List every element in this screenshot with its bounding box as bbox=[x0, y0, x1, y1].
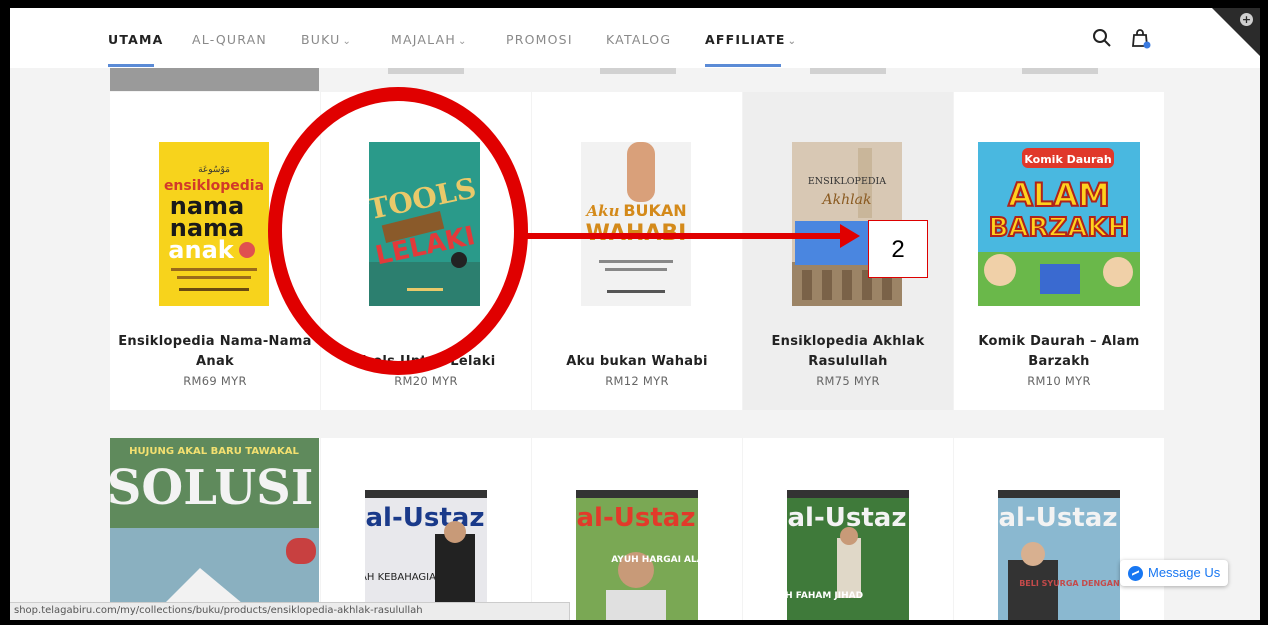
magazine-image[interactable]: al-Ustaz SALAH FAHAM JIHAD bbox=[787, 490, 909, 620]
cover-text: ALAM bbox=[1008, 176, 1110, 214]
cover-text: SOLUSI bbox=[110, 460, 313, 516]
cover-text: anak bbox=[168, 236, 234, 264]
product-image[interactable]: مَوْسُوعَة ensiklopedia nama nama anak bbox=[159, 142, 269, 306]
nav-buku[interactable]: BUKU ⌄ bbox=[301, 32, 352, 47]
cover-text: al-Ustaz bbox=[366, 503, 485, 533]
product-card[interactable]: TOOLS LELAKI Tools Untuk Lelaki RM20 MYR bbox=[321, 92, 531, 410]
nav-katalog[interactable]: KATALOG bbox=[606, 32, 671, 47]
nav-affiliate[interactable]: AFFILIATE ⌄ bbox=[705, 32, 797, 47]
magazine-card[interactable]: al-Ustaz SALAH FAHAM JIHAD bbox=[743, 438, 953, 620]
product-price: RM10 MYR bbox=[1027, 374, 1091, 388]
cover-text: al-Ustaz bbox=[577, 503, 696, 533]
previous-row-price bbox=[1022, 68, 1098, 74]
magazine-image[interactable]: al-Ustaz FIQAH KEBAHAGIAAN bbox=[365, 490, 487, 620]
nav-utama[interactable]: UTAMA bbox=[108, 32, 164, 47]
magazine-card[interactable]: al-Ustaz FIQAH KEBAHAGIAAN bbox=[321, 438, 531, 620]
product-image[interactable]: Komik Daurah ALAM BARZAKH bbox=[978, 142, 1140, 306]
shopping-bag-icon[interactable] bbox=[1128, 26, 1152, 50]
product-price: RM12 MYR bbox=[605, 374, 669, 388]
message-us-button[interactable]: Message Us bbox=[1120, 560, 1229, 586]
nav-majalah[interactable]: MAJALAH ⌄ bbox=[391, 32, 468, 47]
active-underline bbox=[108, 64, 154, 67]
product-image[interactable]: Aku BUKAN WAHABI bbox=[581, 142, 691, 306]
corner-ribbon bbox=[1212, 8, 1260, 56]
message-us-label: Message Us bbox=[1148, 565, 1221, 580]
previous-row-price bbox=[388, 68, 464, 74]
cover-text: BARZAKH bbox=[989, 213, 1130, 243]
cover-text: Aku bbox=[585, 202, 620, 220]
quick-view-button[interactable] bbox=[795, 221, 875, 265]
product-card[interactable]: Aku BUKAN WAHABI Aku bukan Wahabi RM12 M… bbox=[532, 92, 742, 410]
svg-text:مَوْسُوعَة: مَوْسُوعَة bbox=[198, 165, 230, 175]
cover-text: SALAH FAHAM JIHAD bbox=[787, 591, 863, 601]
cover-text: AYUH HARGAI ALAM! bbox=[611, 555, 698, 565]
site-header: UTAMA AL-QURAN BUKU ⌄ MAJALAH ⌄ PROMOSI KA… bbox=[10, 8, 1260, 68]
cover-text: Akhlak bbox=[821, 192, 872, 208]
nav-al-quran[interactable]: AL-QURAN bbox=[192, 32, 267, 47]
product-title[interactable]: Komik Daurah – Alam Barzakh bbox=[954, 332, 1164, 372]
product-price: RM69 MYR bbox=[183, 374, 247, 388]
previous-row-image[interactable] bbox=[110, 68, 319, 91]
product-card[interactable]: Komik Daurah ALAM BARZAKH Komik Daurah –… bbox=[954, 92, 1164, 410]
previous-row-price bbox=[810, 68, 886, 74]
magazine-image[interactable]: al-Ustaz AYUH HARGAI ALAM! bbox=[576, 490, 698, 620]
store-page: مَوْسُوعَة ensiklopedia nama nama anak E… bbox=[10, 8, 1260, 620]
magazine-card[interactable]: HUJUNG AKAL BARU TAWAKAL SOLUSI bbox=[110, 438, 320, 620]
cover-text: BUKAN bbox=[623, 201, 686, 220]
product-price: RM75 MYR bbox=[816, 374, 880, 388]
product-title[interactable]: Ensiklopedia Akhlak Rasulullah bbox=[743, 332, 953, 372]
search-icon[interactable] bbox=[1090, 26, 1114, 50]
cover-text: al-Ustaz bbox=[999, 503, 1118, 533]
cover-text: Komik Daurah bbox=[1024, 153, 1111, 166]
previous-row-price bbox=[600, 68, 676, 74]
product-title[interactable]: Aku bukan Wahabi bbox=[532, 352, 742, 372]
product-title[interactable]: Tools Untuk Lelaki bbox=[321, 352, 531, 372]
cover-text: WAHABI bbox=[586, 221, 687, 246]
nav-promosi[interactable]: PROMOSI bbox=[506, 32, 573, 47]
magazine-card[interactable]: al-Ustaz BELI SYURGA DENGAN HARTA? bbox=[954, 438, 1164, 620]
cover-text: HUJUNG AKAL BARU TAWAKAL bbox=[129, 446, 299, 457]
magazine-image[interactable]: HUJUNG AKAL BARU TAWAKAL SOLUSI bbox=[110, 438, 319, 620]
annotation-step-number: 2 bbox=[868, 220, 928, 278]
product-card[interactable]: مَوْسُوعَة ensiklopedia nama nama anak E… bbox=[110, 92, 320, 410]
messenger-icon bbox=[1128, 565, 1143, 581]
cover-text: BELI SYURGA DENGAN HARTA? bbox=[1019, 579, 1120, 588]
cover-text: ENSIKLOPEDIA bbox=[808, 176, 886, 187]
magazine-card[interactable]: al-Ustaz AYUH HARGAI ALAM! bbox=[532, 438, 742, 620]
product-title[interactable]: Ensiklopedia Nama-Nama Anak bbox=[110, 332, 320, 372]
status-bar-url: shop.telagabiru.com/my/collections/buku/… bbox=[10, 602, 570, 620]
plus-icon[interactable]: + bbox=[1240, 13, 1253, 26]
product-price: RM20 MYR bbox=[394, 374, 458, 388]
chevron-down-icon: ⌄ bbox=[457, 36, 468, 47]
chevron-down-icon: ⌄ bbox=[787, 36, 798, 47]
product-image[interactable]: TOOLS LELAKI bbox=[369, 142, 480, 306]
chevron-down-icon: ⌄ bbox=[342, 36, 353, 47]
active-underline bbox=[705, 64, 781, 67]
magazine-image[interactable]: al-Ustaz BELI SYURGA DENGAN HARTA? bbox=[998, 490, 1120, 620]
